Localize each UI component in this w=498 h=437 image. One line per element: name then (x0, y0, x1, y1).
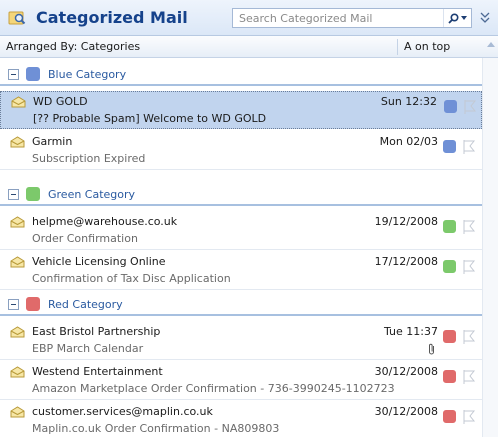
message-subject: Confirmation of Tax Disc Application (32, 272, 231, 285)
envelope-icon (10, 406, 25, 418)
arrange-divider (397, 39, 398, 55)
flag-icon[interactable] (462, 329, 476, 345)
message-date: 17/12/2008 (374, 255, 438, 268)
message-row[interactable]: Garmin Subscription Expired Mon 02/03 (0, 132, 482, 170)
envelope-icon (10, 256, 25, 268)
search-icon (448, 12, 459, 24)
message-subject: [?? Probable Spam] Welcome to WD GOLD (33, 112, 267, 125)
message-date: Mon 02/03 (379, 135, 438, 148)
message-subject: Subscription Expired (32, 152, 146, 165)
message-date: 30/12/2008 (374, 405, 438, 418)
message-row[interactable]: WD GOLD [?? Probable Spam] Welcome to WD … (0, 91, 482, 129)
envelope-icon (10, 216, 25, 228)
message-sender: Vehicle Licensing Online (32, 255, 166, 268)
category-group-label: Blue Category (48, 68, 127, 81)
message-row[interactable]: customer.services@maplin.co.uk Maplin.co.… (0, 402, 482, 437)
folder-title: Categorized Mail (36, 8, 188, 27)
search-button[interactable] (443, 9, 471, 27)
message-subject: Order Confirmation (32, 232, 138, 245)
folder-header: Categorized Mail Search Categorized Mail (0, 0, 498, 36)
message-row[interactable]: Vehicle Licensing Online Confirmation of … (0, 252, 482, 290)
message-subject: Maplin.co.uk Order Confirmation - NA8098… (32, 422, 280, 435)
scroll-up-arrow-icon[interactable] (487, 42, 495, 47)
category-group-header[interactable]: Blue Category (0, 64, 482, 86)
category-color-icon (26, 67, 40, 81)
chevron-down-icon (461, 16, 467, 20)
category-color-icon[interactable] (443, 220, 456, 233)
category-color-icon[interactable] (443, 260, 456, 273)
message-sender: helpme@warehouse.co.uk (32, 215, 178, 228)
category-color-icon[interactable] (443, 140, 456, 153)
envelope-icon (10, 136, 25, 148)
flag-icon[interactable] (463, 99, 477, 115)
message-sender: Westend Entertainment (32, 365, 163, 378)
category-group-header[interactable]: Red Category (0, 294, 482, 316)
search-box[interactable]: Search Categorized Mail (232, 8, 472, 28)
collapse-group-icon[interactable] (8, 299, 19, 310)
message-date: Sun 12:32 (380, 95, 437, 108)
message-date: Tue 11:37 (384, 325, 438, 338)
category-color-icon[interactable] (443, 330, 456, 343)
expand-search-icon[interactable] (478, 10, 492, 26)
envelope-icon (10, 326, 25, 338)
flag-icon[interactable] (462, 259, 476, 275)
message-sender: Garmin (32, 135, 73, 148)
category-color-icon[interactable] (443, 410, 456, 423)
collapse-group-icon[interactable] (8, 69, 19, 80)
scrollbar[interactable] (482, 58, 498, 437)
category-color-icon (26, 297, 40, 311)
envelope-icon (10, 366, 25, 378)
category-color-icon[interactable] (443, 370, 456, 383)
flag-icon[interactable] (462, 369, 476, 385)
message-date: 30/12/2008 (374, 365, 438, 378)
category-color-icon (26, 187, 40, 201)
message-sender: customer.services@maplin.co.uk (32, 405, 213, 418)
message-date: 19/12/2008 (374, 215, 438, 228)
message-row[interactable]: East Bristol Partnership EBP March Calend… (0, 322, 482, 360)
search-folder-icon (8, 11, 26, 25)
search-input[interactable]: Search Categorized Mail (239, 12, 372, 25)
arrange-bar: Arranged By: Categories A on top (0, 36, 498, 58)
collapse-group-icon[interactable] (8, 189, 19, 200)
category-group-label: Green Category (48, 188, 136, 201)
message-subject: EBP March Calendar (32, 342, 144, 355)
category-group-header[interactable]: Green Category (0, 184, 482, 206)
flag-icon[interactable] (462, 219, 476, 235)
message-row[interactable]: Westend Entertainment Amazon Marketplace … (0, 362, 482, 400)
message-row[interactable]: helpme@warehouse.co.uk Order Confirmation… (0, 212, 482, 250)
envelope-icon (11, 96, 26, 108)
message-sender: WD GOLD (33, 95, 88, 108)
category-group-label: Red Category (48, 298, 123, 311)
flag-icon[interactable] (462, 409, 476, 425)
message-sender: East Bristol Partnership (32, 325, 161, 338)
flag-icon[interactable] (462, 139, 476, 155)
sort-order-button[interactable]: A on top (404, 40, 450, 53)
arranged-by-button[interactable]: Arranged By: Categories (6, 40, 140, 53)
paperclip-icon (429, 343, 434, 355)
message-subject: Amazon Marketplace Order Confirmation - … (32, 382, 395, 395)
category-color-icon[interactable] (444, 100, 457, 113)
